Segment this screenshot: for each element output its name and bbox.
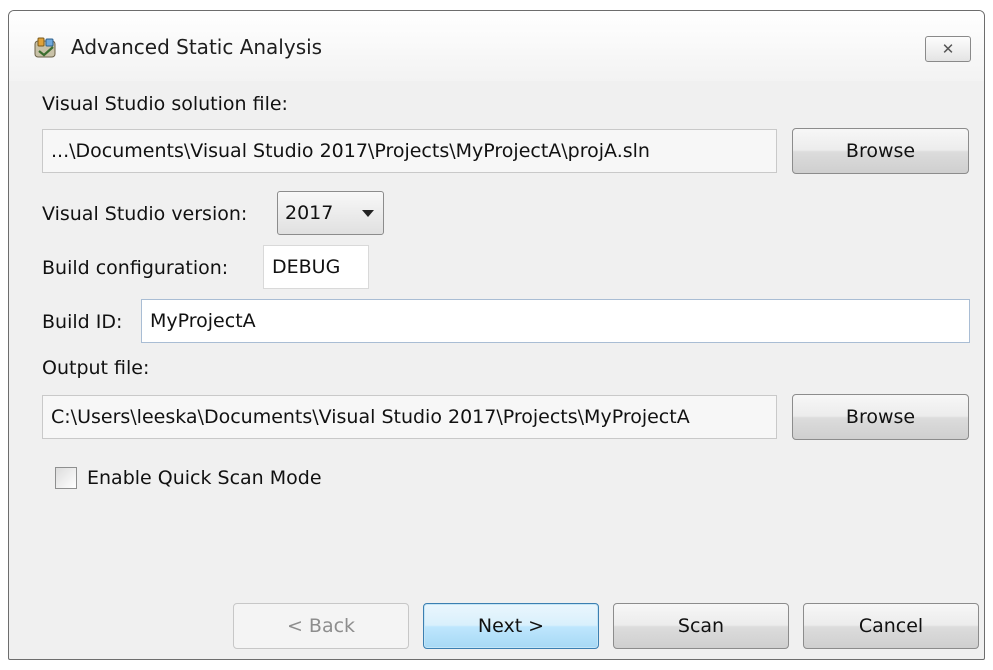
- close-icon: ✕: [941, 40, 955, 58]
- build-id-field[interactable]: MyProjectA: [141, 299, 970, 343]
- output-browse-button[interactable]: Browse: [792, 394, 969, 440]
- dialog-window: Advanced Static Analysis ✕ Visual Studio…: [8, 10, 985, 660]
- title-bar: Advanced Static Analysis ✕: [9, 11, 984, 81]
- vs-version-label: Visual Studio version:: [42, 203, 248, 225]
- build-config-label: Build configuration:: [42, 257, 229, 279]
- close-button[interactable]: ✕: [925, 36, 971, 62]
- app-tools-icon: [34, 37, 56, 58]
- quick-scan-label[interactable]: Enable Quick Scan Mode: [87, 465, 322, 491]
- solution-browse-button[interactable]: Browse: [792, 128, 969, 174]
- build-id-label: Build ID:: [42, 311, 123, 333]
- output-file-field[interactable]: C:\Users\leeska\Documents\Visual Studio …: [42, 395, 777, 439]
- build-config-field[interactable]: DEBUG: [263, 245, 369, 289]
- vs-version-selected: 2017: [285, 202, 334, 224]
- chevron-down-icon: [362, 210, 374, 217]
- window-title: Advanced Static Analysis: [71, 35, 323, 59]
- output-file-label: Output file:: [42, 357, 150, 379]
- scan-button[interactable]: Scan: [613, 603, 789, 649]
- vs-version-select[interactable]: 2017: [277, 191, 384, 235]
- solution-file-label: Visual Studio solution file:: [42, 93, 288, 115]
- cancel-button[interactable]: Cancel: [803, 603, 979, 649]
- solution-file-field[interactable]: ...\Documents\Visual Studio 2017\Project…: [42, 129, 777, 173]
- quick-scan-checkbox[interactable]: [55, 467, 77, 489]
- next-button[interactable]: Next >: [423, 603, 599, 649]
- back-button[interactable]: < Back: [233, 603, 409, 649]
